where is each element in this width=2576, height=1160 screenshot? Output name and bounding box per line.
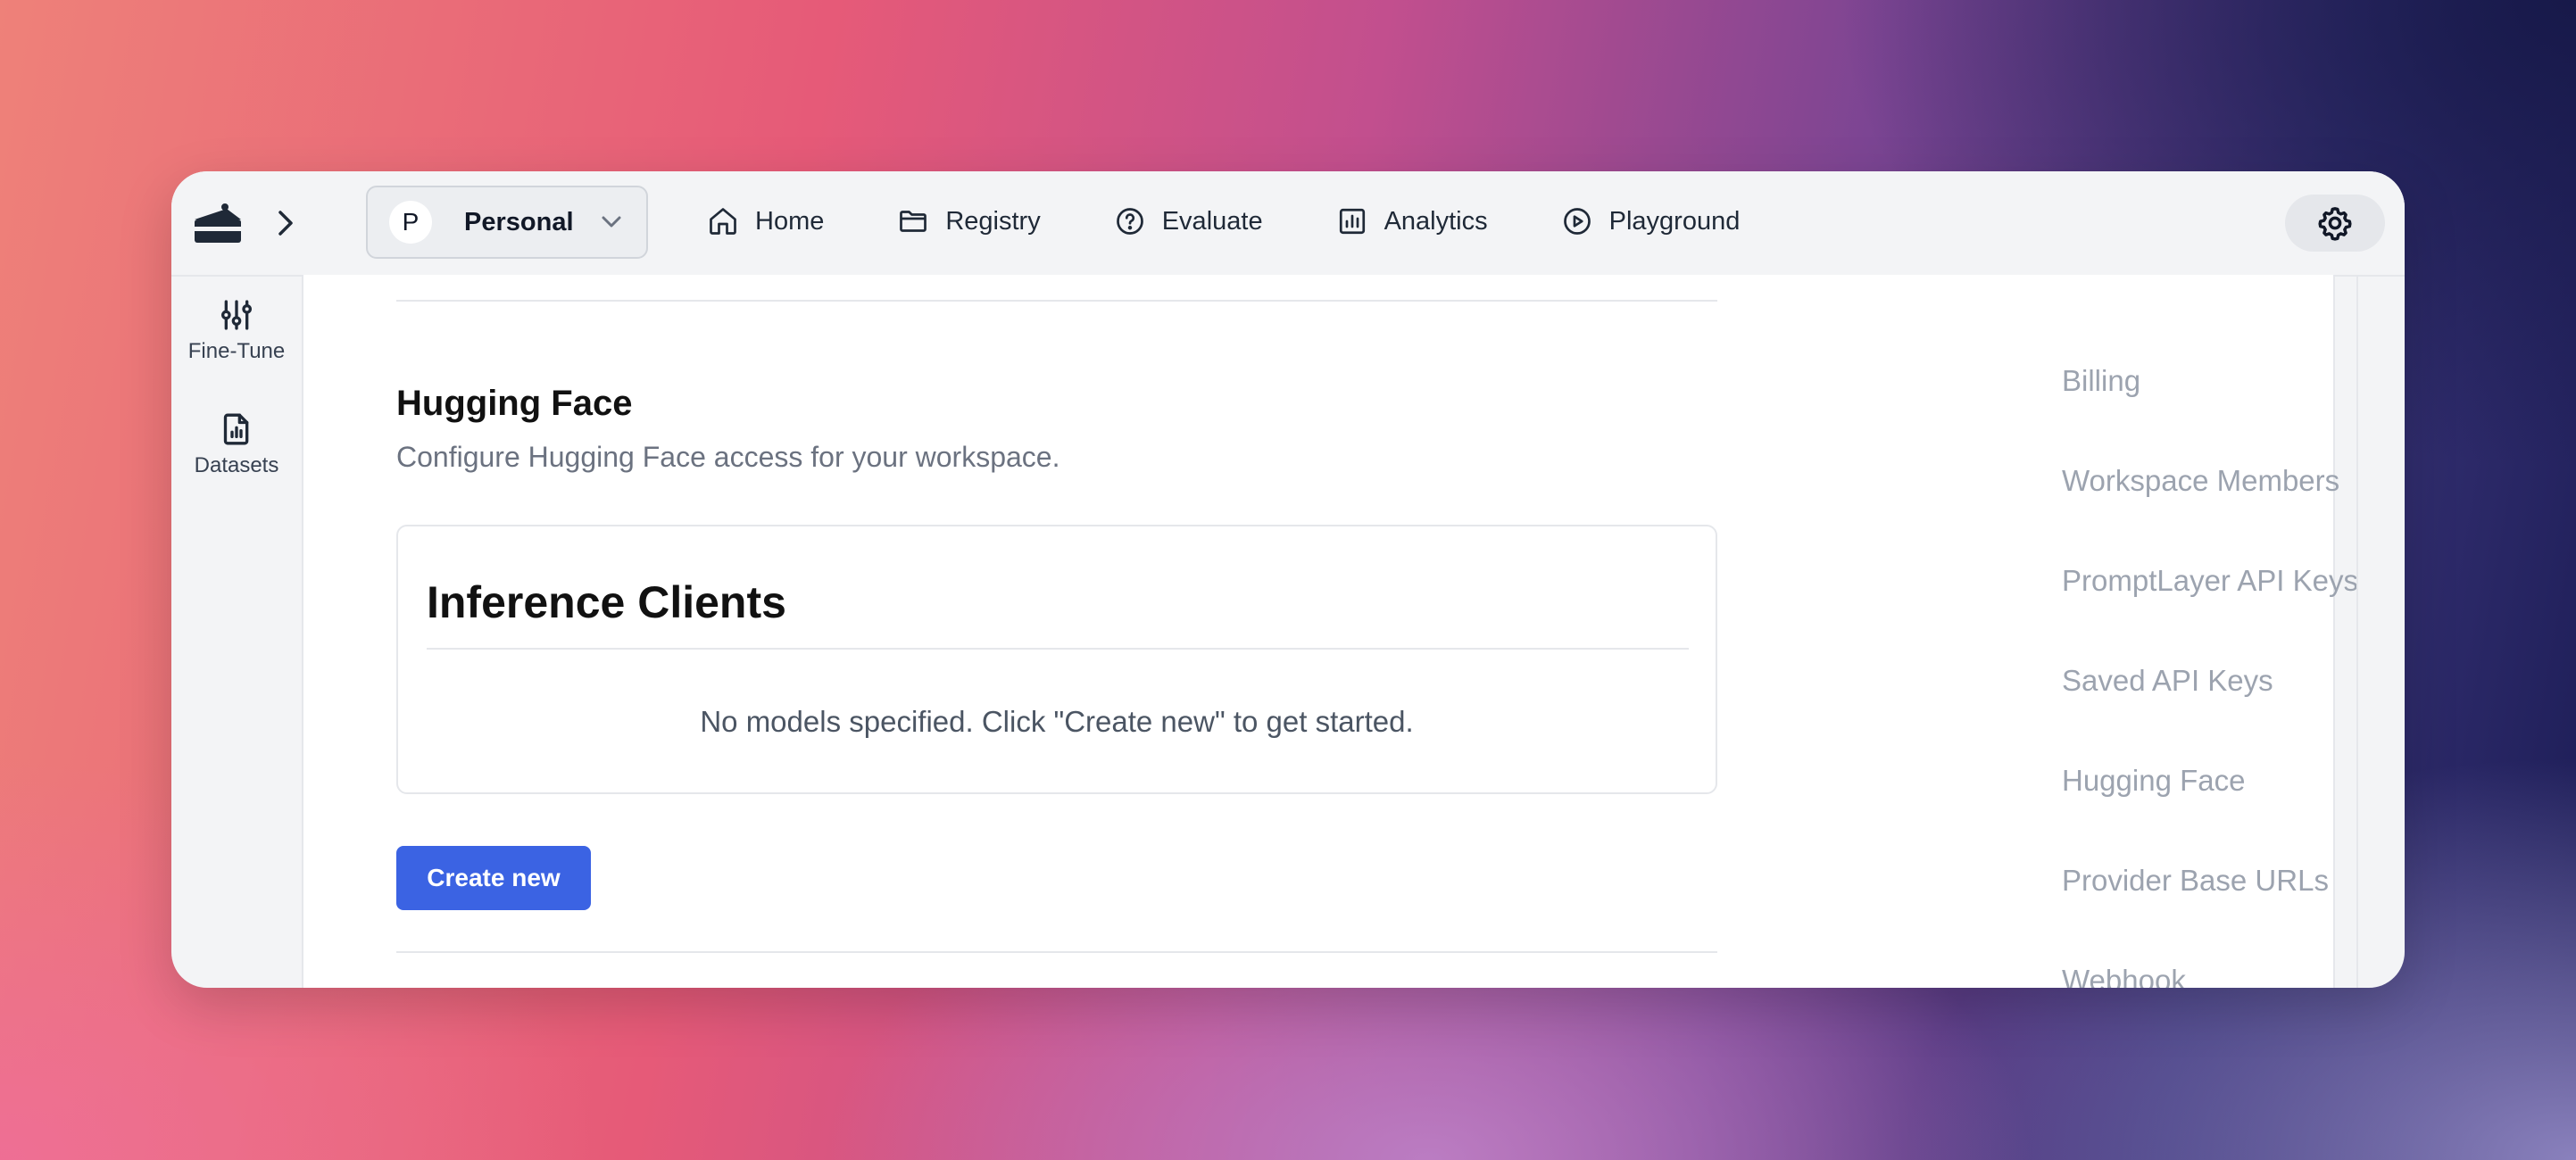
workspace-selector[interactable]: P Personal [366,186,648,259]
nav-registry[interactable]: Registry [897,205,1041,237]
nav-home[interactable]: Home [707,205,824,237]
section-divider [396,951,1717,953]
toc-item-billing[interactable]: Billing [2062,364,2140,398]
sidebar-item-label: Datasets [194,453,279,477]
nav-evaluate[interactable]: Evaluate [1114,205,1263,237]
top-navigation-bar: P Personal Home Registry Evaluate Analyt… [171,171,2405,277]
nav-playground[interactable]: Playground [1561,205,1741,237]
app-window: P Personal Home Registry Evaluate Analyt… [171,171,2405,988]
chevron-down-icon [601,215,622,229]
workspace-name: Personal [464,207,574,236]
sidebar-item-label: Fine-Tune [187,339,286,363]
create-new-button[interactable]: Create new [396,846,591,910]
empty-state-message: No models specified. Click "Create new" … [700,705,1414,738]
file-chart-icon [223,413,249,445]
nav-home-label: Home [755,206,825,236]
scrollbar-track[interactable] [2356,275,2358,988]
nav-evaluate-label: Evaluate [1161,206,1263,236]
cake-logo-icon[interactable] [191,202,245,246]
toc-item-provider-base-urls[interactable]: Provider Base URLs [2062,864,2329,898]
nav-analytics-label: Analytics [1384,206,1488,236]
settings-button[interactable] [2285,195,2385,252]
home-icon [710,208,736,235]
section-title: Hugging Face [396,384,633,423]
settings-content: Hugging Face Configure Hugging Face acce… [302,275,2358,988]
nav-registry-label: Registry [945,206,1041,236]
help-circle-icon [1116,208,1143,235]
card-divider [427,648,1689,650]
toc-item-webhook[interactable]: Webhook [2062,964,2186,988]
sliders-icon [220,300,252,330]
nav-playground-label: Playground [1608,206,1741,236]
sidebar-item-datasets[interactable]: Datasets [171,410,302,478]
sidebar-item-fine-tune[interactable]: Fine-Tune [171,296,302,364]
toc-item-promptlayer-api-keys[interactable]: PromptLayer API Keys [2062,564,2358,598]
folder-icon [900,211,927,232]
left-sidebar: Fine-Tune Datasets [171,275,302,988]
toc-item-saved-api-keys[interactable]: Saved API Keys [2062,664,2273,698]
gear-icon [2318,207,2352,241]
toc-item-hugging-face[interactable]: Hugging Face [2062,764,2245,798]
section-divider [396,300,1717,302]
bar-chart-icon [1339,208,1365,235]
section-description: Configure Hugging Face access for your w… [396,441,1060,473]
nav-analytics[interactable]: Analytics [1336,205,1488,237]
toc-item-workspace-members[interactable]: Workspace Members [2062,464,2339,498]
inference-clients-card: Inference Clients No models specified. C… [396,525,1717,794]
card-title: Inference Clients [427,577,786,627]
main-nav: Home Registry Evaluate Analytics Playgro… [707,196,1813,246]
expand-sidebar-chevron-icon[interactable] [270,207,302,239]
play-circle-icon [1563,208,1591,235]
workspace-avatar: P [389,201,432,244]
